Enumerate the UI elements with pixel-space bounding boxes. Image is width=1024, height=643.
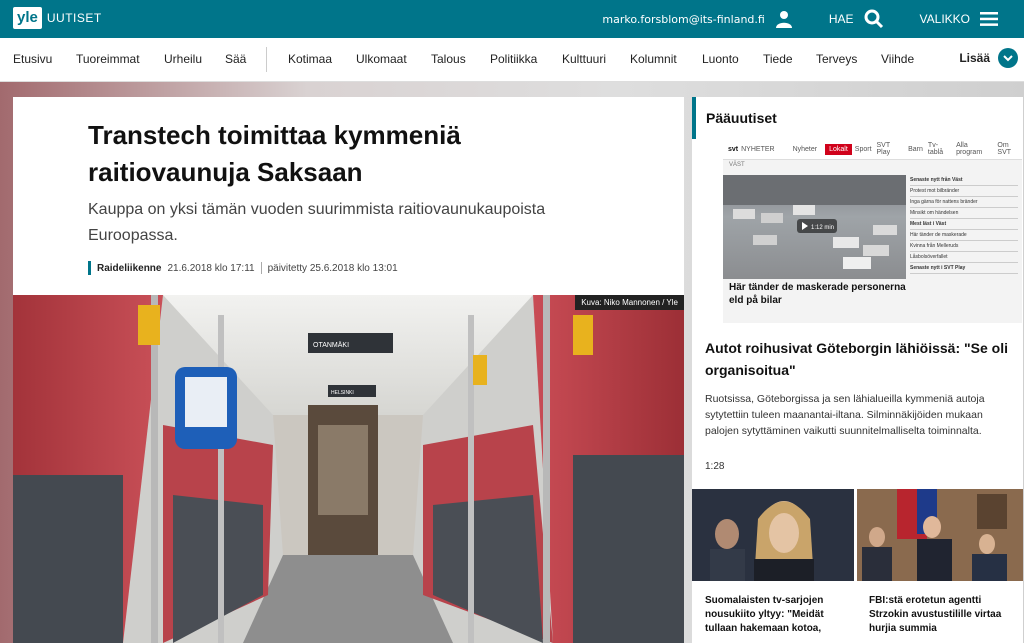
- nav-item-viihde[interactable]: Viihde: [881, 38, 914, 81]
- menu-label: VALIKKO: [919, 12, 970, 26]
- nav-divider: [266, 47, 267, 72]
- svt-side-item: Mest läst i Väst: [910, 219, 1018, 230]
- hearing-room-illustration: [857, 489, 1023, 581]
- menu-button[interactable]: VALIKKO: [920, 11, 1008, 27]
- svt-headline: Här tänder de maskerade personerna eld p…: [729, 282, 906, 306]
- article-published: 21.6.2018 klo 17:11: [167, 262, 255, 274]
- article-hero-image: OTANMÄKI HELSINKI Kuva: Niko Mannonen / …: [13, 295, 684, 643]
- article-category[interactable]: Raideliikenne: [97, 263, 161, 274]
- user-icon: [775, 10, 793, 28]
- svt-side-list: Senaste nytt från Väst Protest mot bilbr…: [910, 175, 1018, 279]
- svt-video-time: 1:12 min: [811, 225, 834, 231]
- svt-logo: svt: [728, 145, 739, 153]
- nav-item-ulkomaat[interactable]: Ulkomaat: [356, 38, 407, 81]
- main-card-time: 1:28: [705, 461, 725, 472]
- tram-sign-lower: HELSINKI: [331, 390, 354, 396]
- nav-item-urheilu[interactable]: Urheilu: [164, 38, 202, 81]
- svt-side-item: Minsikt om händelsen: [910, 208, 1018, 219]
- svt-nav-item: Sport: [854, 145, 872, 153]
- nav-item-tiede[interactable]: Tiede: [763, 38, 793, 81]
- article-lead: Kauppa on yksi tämän vuoden suurimmista …: [88, 201, 546, 244]
- meta-divider: [260, 262, 262, 274]
- tram-interior-illustration: OTANMÄKI HELSINKI: [13, 295, 684, 643]
- svt-side-item: Kvinna från Melleruds: [910, 241, 1018, 252]
- svt-nav-item: SVT Play: [876, 142, 891, 156]
- svt-side-item: Protest mot bilbränder: [910, 186, 1018, 197]
- article-header: Transtech toimittaa kymmeniä raitiovaunu…: [13, 97, 684, 295]
- hamburger-icon: [980, 11, 998, 27]
- svt-nav-item: Om SVT: [997, 142, 1012, 156]
- svt-nav-item: Nyheter: [792, 145, 818, 153]
- svt-side-item: Låsbolsöverfallet: [910, 252, 1018, 263]
- more-button[interactable]: Lisää: [959, 48, 1018, 68]
- svt-side-item: Här tänder de maskerade: [910, 230, 1018, 241]
- main-card-title[interactable]: Autot roihusivat Göteborgin lähiöissä: "…: [705, 337, 1015, 381]
- main-navigation: Etusivu Tuoreimmat Urheilu Sää Kotimaa U…: [0, 38, 1024, 82]
- svt-nav-item: Barn: [908, 145, 923, 153]
- search-button[interactable]: HAE: [829, 9, 894, 29]
- nav-item-kolumnit[interactable]: Kolumnit: [630, 38, 677, 81]
- svt-brand: NYHETER: [741, 145, 775, 153]
- svt-screenshot-thumbnail[interactable]: svt NYHETER Nyheter Lokalt Sport SVT Pla…: [723, 139, 1022, 323]
- article-title: Transtech toimittaa kymmeniä raitiovaunu…: [88, 120, 461, 187]
- user-account[interactable]: marko.forsblom@its-finland.fi: [602, 10, 802, 28]
- svt-side-item: Inga gärna för nattens bränder: [910, 197, 1018, 208]
- main-card-body: Ruotsissa, Göteborgissa ja sen lähialuei…: [705, 393, 985, 437]
- svt-section: VÄST: [729, 162, 745, 168]
- svt-nav-item: Lokalt: [825, 143, 852, 155]
- nav-item-politiikka[interactable]: Politiikka: [490, 38, 537, 81]
- top-actions: marko.forsblom@its-finland.fi HAE VALIKK…: [576, 0, 1008, 38]
- logo-mark: yle: [13, 7, 42, 29]
- news-thumbnail-2[interactable]: [857, 489, 1023, 581]
- user-email: marko.forsblom@its-finland.fi: [602, 12, 765, 26]
- svt-side-item: Senaste nytt från Väst: [910, 175, 1018, 186]
- image-credit: Kuva: Niko Mannonen / Yle: [575, 295, 684, 310]
- svt-side-item: Senaste nytt i SVT Play: [910, 263, 1018, 274]
- nav-item-tuoreimmat[interactable]: Tuoreimmat: [76, 38, 140, 81]
- nav-item-kulttuuri[interactable]: Kulttuuri: [562, 38, 606, 81]
- woman-portrait-illustration: [692, 489, 854, 581]
- article-updated: päivitetty 25.6.2018 klo 13:01: [267, 262, 398, 274]
- top-news-sidebar: Pääuutiset svt NYHETER Nyheter Lokalt Sp…: [692, 97, 1023, 643]
- svt-nav-item: Tv-tablå: [927, 142, 944, 156]
- svt-video-frame: 1:12 min: [723, 175, 906, 279]
- top-bar: yle UUTISET marko.forsblom@its-finland.f…: [0, 0, 1024, 38]
- nav-item-saa[interactable]: Sää: [225, 38, 246, 81]
- svt-nav-item: Alla program: [956, 142, 983, 156]
- search-icon: [864, 9, 884, 29]
- sidebar-title: Pääuutiset: [692, 97, 1023, 139]
- tram-sign-upper: OTANMÄKI: [313, 341, 349, 349]
- nav-item-luonto[interactable]: Luonto: [702, 38, 739, 81]
- more-label: Lisää: [959, 51, 990, 65]
- chevron-down-icon: [998, 48, 1018, 68]
- svt-header: svt NYHETER Nyheter Lokalt Sport SVT Pla…: [723, 139, 1022, 160]
- nav-item-talous[interactable]: Talous: [431, 38, 466, 81]
- news-thumbnail-1[interactable]: [692, 489, 854, 581]
- article-meta: Raideliikenne 21.6.2018 klo 17:11 päivit…: [88, 261, 398, 275]
- nav-item-etusivu[interactable]: Etusivu: [13, 38, 52, 81]
- yle-logo[interactable]: yle UUTISET: [13, 6, 102, 30]
- nav-item-terveys[interactable]: Terveys: [816, 38, 857, 81]
- nav-item-kotimaa[interactable]: Kotimaa: [288, 38, 332, 81]
- search-label: HAE: [828, 12, 854, 26]
- news-thumbnail-1-title[interactable]: Suomalaisten tv-sarjojen nousukiito ylty…: [705, 594, 850, 636]
- parking-lot-illustration: 1:12 min: [723, 175, 906, 269]
- brand-name: UUTISET: [46, 11, 102, 25]
- news-thumbnail-2-title[interactable]: FBI:stä erotetun agentti Strzokin avustu…: [869, 594, 1014, 636]
